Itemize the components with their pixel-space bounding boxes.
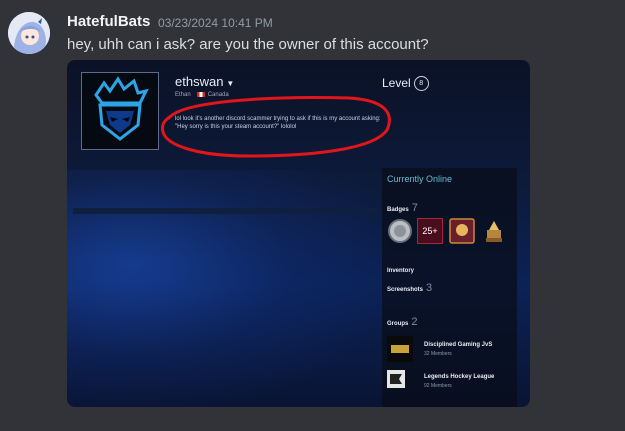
chevron-down-icon[interactable]: ▼ — [226, 79, 234, 88]
group-logo-icon — [387, 370, 405, 388]
trophy-badge-icon[interactable] — [481, 218, 507, 244]
image-attachment[interactable]: ethswan ▼ Ethan Canada lol look it's anoth… — [67, 60, 530, 407]
steam-badge-icon[interactable] — [449, 218, 475, 244]
background-glow — [67, 170, 387, 407]
user-avatar[interactable] — [8, 12, 50, 54]
red-annotation-circle — [161, 96, 391, 158]
silver-coin-badge-icon[interactable] — [387, 218, 413, 244]
group-logo-icon — [387, 336, 413, 362]
online-status: Currently Online — [387, 174, 453, 184]
years-of-service-badge[interactable]: 25+ — [417, 218, 443, 244]
level-badge: 8 — [413, 76, 429, 92]
message-text: hey, uhh can i ask? are you the owner of… — [67, 36, 429, 53]
profile-sidebar: Currently Online Badges 7 25+ Inventory S… — [382, 168, 517, 407]
profile-name[interactable]: ethswan ▼ — [175, 74, 234, 89]
activity-bar — [73, 208, 377, 214]
screenshots-link[interactable]: Screenshots 3 — [387, 282, 432, 294]
profile-avatar — [81, 72, 159, 150]
message-timestamp: 03/23/2024 10:41 PM — [158, 16, 273, 30]
message-author[interactable]: HatefulBats — [67, 13, 150, 30]
level-display: Level 8 — [382, 76, 429, 92]
masked-face-avatar-icon — [82, 73, 158, 149]
groups-link[interactable]: Groups 2 — [387, 316, 417, 328]
inventory-link[interactable]: Inventory — [387, 268, 414, 274]
badges-link[interactable]: Badges 7 — [387, 202, 418, 214]
